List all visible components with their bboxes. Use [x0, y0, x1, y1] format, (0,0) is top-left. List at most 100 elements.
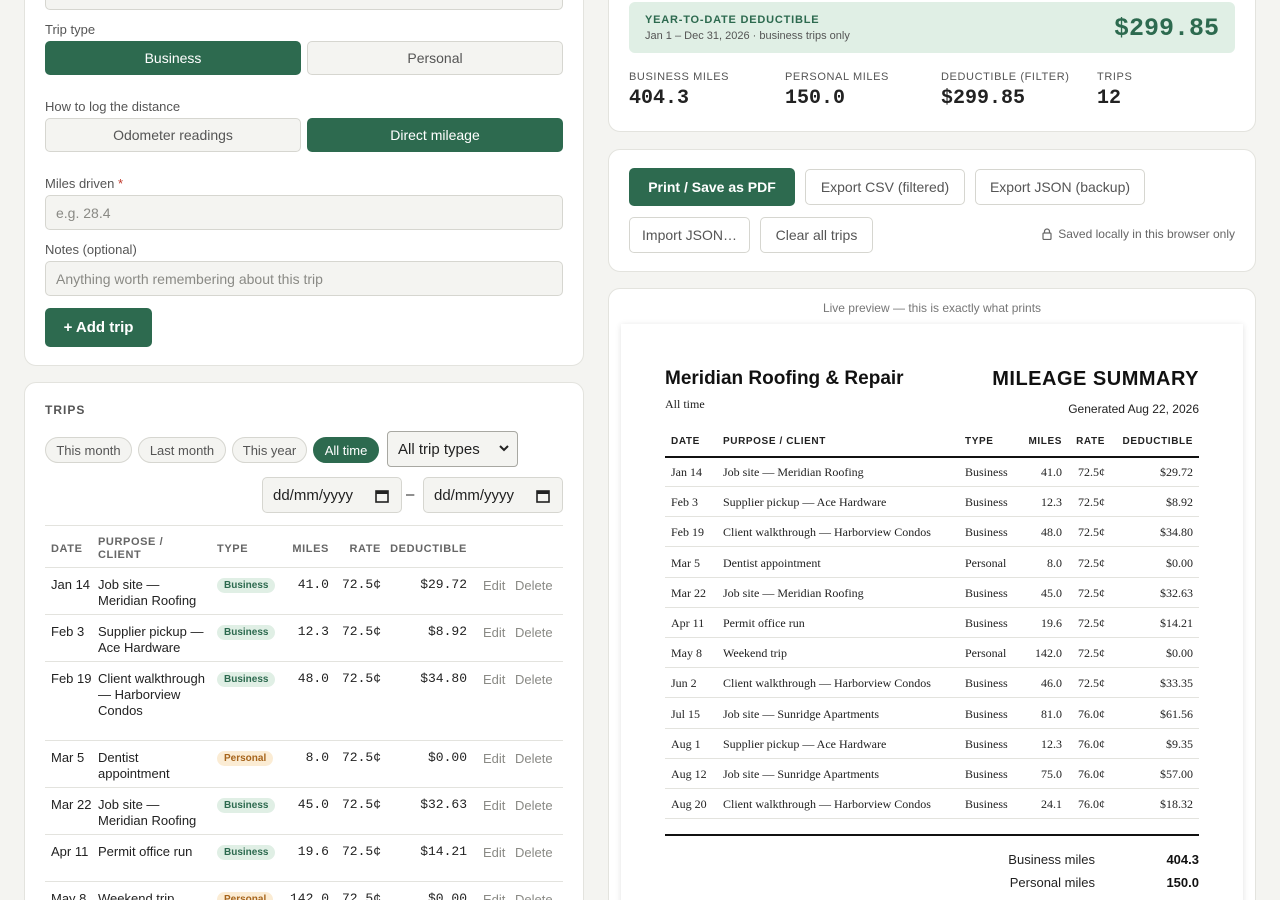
col-miles: MILES [292, 543, 329, 555]
export-csv-button[interactable]: Export CSV (filtered) [805, 169, 965, 205]
delete-trip-button[interactable]: Delete [515, 625, 553, 640]
delete-trip-button[interactable]: Delete [515, 798, 553, 813]
preview-date: Jan 14 [671, 465, 702, 479]
add-trip-button[interactable]: + Add trip [45, 308, 152, 347]
trip-type-label: Trip type [45, 22, 96, 37]
trip-rate: 72.5¢ [341, 577, 381, 592]
edit-trip-button[interactable]: Edit [483, 672, 505, 687]
trip-purpose: Supplier pickup — Ace Hardware [98, 624, 204, 655]
delete-trip-button[interactable]: Delete [515, 892, 553, 900]
preview-miles: 48.0 [1041, 525, 1062, 540]
edit-trip-button[interactable]: Edit [483, 578, 505, 593]
preview-type: Business [965, 797, 1008, 812]
preview-type: Business [965, 767, 1008, 781]
trip-purpose: Client walkthrough — Harborview Condos [98, 671, 205, 718]
purpose-input[interactable] [45, 0, 563, 10]
preview-rate: 76.0¢ [1078, 736, 1105, 751]
chip-this-year[interactable]: This year [232, 437, 307, 463]
edit-trip-button[interactable]: Edit [483, 798, 505, 813]
preview-miles: 45.0 [1041, 585, 1062, 600]
trip-deductible: $32.63 [420, 797, 467, 812]
preview-total-personal-label: Personal miles [1009, 875, 1095, 890]
preview-col-type: TYPE [965, 436, 994, 447]
preview-table-row: Aug 1 Supplier pickup — Ace Hardware Busin… [665, 729, 1199, 759]
preview-col-rate: RATE [1076, 436, 1105, 447]
trip-date: Apr 11 [51, 844, 89, 859]
trip-miles: 12.3 [297, 624, 329, 639]
table-row: Apr 11 Permit office run Business 19.6 72.5¢… [45, 835, 563, 882]
miles-input[interactable]: e.g. 28.4 [45, 195, 563, 230]
clear-trips-button[interactable]: Clear all trips [760, 217, 873, 253]
preview-miles: 75.0 [1041, 767, 1062, 781]
date-from-placeholder: dd/mm/yyyy [273, 486, 354, 504]
preview-table-row: Jul 15 Job site — Sunridge Apartments Busi… [665, 699, 1199, 729]
table-row: Mar 5 Dentist appointment Personal 8.0 72.5¢… [45, 741, 563, 788]
trip-rate: 72.5¢ [341, 750, 381, 765]
import-json-button[interactable]: Import JSON… [629, 217, 750, 253]
log-mode-direct[interactable]: Direct mileage [307, 118, 563, 152]
ytd-label: YEAR-TO-DATE DEDUCTIBLE [645, 14, 820, 26]
trip-type-badge: Personal [217, 892, 274, 900]
trip-purpose: Dentist appointment [98, 750, 170, 781]
trip-deductible: $29.72 [420, 577, 467, 592]
trip-deductible: $8.92 [427, 624, 467, 639]
stat-deductible-label: DEDUCTIBLE (FILTER) [941, 71, 1070, 83]
trip-rate: 72.5¢ [341, 671, 381, 686]
trip-date: Jan 14 [51, 577, 91, 592]
preview-col-date: DATE [671, 436, 700, 447]
preview-deductible: $32.63 [1160, 585, 1193, 600]
preview-rate: 72.5¢ [1078, 465, 1105, 479]
col-date: DATE [51, 543, 83, 555]
delete-trip-button[interactable]: Delete [515, 845, 553, 860]
trip-type-business[interactable]: Business [45, 41, 301, 75]
log-mode-odometer[interactable]: Odometer readings [45, 118, 301, 152]
preview-rate: 72.5¢ [1078, 585, 1105, 600]
preview-col-miles: MILES [1028, 436, 1062, 447]
edit-trip-button[interactable]: Edit [483, 892, 505, 900]
trip-purpose: Permit office run [98, 844, 193, 859]
preview-rate: 76.0¢ [1078, 797, 1105, 812]
trip-rate: 72.5¢ [341, 624, 381, 639]
preview-purpose: Permit office run [723, 616, 805, 630]
export-json-button[interactable]: Export JSON (backup) [975, 169, 1145, 205]
date-from-input[interactable]: dd/mm/yyyy [262, 477, 402, 513]
preview-type: Personal [965, 555, 1007, 570]
required-mark: * [117, 176, 124, 191]
preview-miles: 41.0 [1041, 465, 1062, 479]
date-to-placeholder: dd/mm/yyyy [434, 486, 515, 504]
trip-date: Feb 19 [51, 671, 92, 686]
print-button[interactable]: Print / Save as PDF [629, 168, 795, 206]
trips-table-top-rule [45, 525, 563, 526]
preview-total-personal-value: 150.0 [1166, 875, 1199, 890]
preview-deductible: $14.21 [1160, 616, 1193, 630]
preview-type: Business [965, 706, 1008, 721]
preview-date: May 8 [671, 646, 702, 661]
preview-miles: 24.1 [1041, 797, 1062, 812]
notes-input[interactable]: Anything worth remembering about this tr… [45, 261, 563, 296]
edit-trip-button[interactable]: Edit [483, 845, 505, 860]
col-rate: RATE [349, 543, 381, 555]
delete-trip-button[interactable]: Delete [515, 672, 553, 687]
log-mode-label: How to log the distance [45, 99, 181, 114]
preview-rate: 76.0¢ [1078, 706, 1105, 721]
table-row: Feb 19 Client walkthrough — Harborview Co… [45, 662, 563, 741]
preview-date: Aug 20 [671, 797, 707, 812]
preview-type: Business [965, 736, 1008, 751]
trip-type-filter[interactable]: All trip types [387, 431, 518, 467]
chip-this-month[interactable]: This month [45, 437, 132, 463]
edit-trip-button[interactable]: Edit [483, 625, 505, 640]
date-to-input[interactable]: dd/mm/yyyy [423, 477, 563, 513]
delete-trip-button[interactable]: Delete [515, 578, 553, 593]
preview-purpose: Job site — Meridian Roofing [723, 585, 864, 600]
chip-last-month[interactable]: Last month [138, 437, 226, 463]
chip-all-time[interactable]: All time [313, 437, 379, 463]
preview-type: Business [965, 465, 1008, 479]
stat-personal-label: PERSONAL MILES [785, 71, 889, 83]
preview-date: Feb 19 [671, 525, 704, 540]
trip-rate: 72.5¢ [341, 844, 381, 859]
preview-type: Personal [965, 646, 1007, 661]
edit-trip-button[interactable]: Edit [483, 751, 505, 766]
trip-type-personal[interactable]: Personal [307, 41, 563, 75]
saved-note-text: Saved locally in this browser only [1058, 227, 1235, 241]
delete-trip-button[interactable]: Delete [515, 751, 553, 766]
